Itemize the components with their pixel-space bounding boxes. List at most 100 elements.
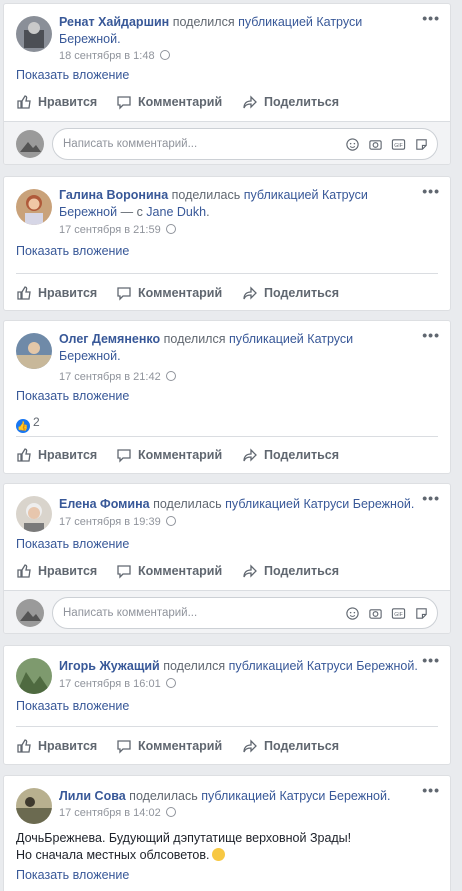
- more-options-icon[interactable]: •••: [422, 652, 440, 668]
- sticker-icon[interactable]: [413, 136, 429, 152]
- shared-post-link[interactable]: публикацией: [229, 332, 304, 346]
- thumbs-up-icon: [17, 95, 31, 109]
- gif-icon[interactable]: GIF: [390, 605, 406, 621]
- comment-button[interactable]: Комментарий: [116, 87, 222, 117]
- more-options-icon[interactable]: •••: [422, 327, 440, 343]
- share-button[interactable]: Поделиться: [242, 731, 339, 761]
- comment-composer: Написать комментарий... GIF: [4, 121, 450, 164]
- share-label: Поделиться: [264, 95, 340, 109]
- comment-button[interactable]: Комментарий: [116, 731, 222, 761]
- show-attachment-link[interactable]: Показать вложение: [16, 244, 129, 258]
- like-button[interactable]: Нравится: [16, 87, 97, 117]
- timestamp-text[interactable]: 17 сентября в 21:59: [59, 224, 161, 236]
- globe-icon: [165, 807, 176, 817]
- comment-button[interactable]: Комментарий: [116, 556, 222, 586]
- post-header: Олег Демяненко поделился публикацией Кат…: [4, 321, 450, 373]
- like-button[interactable]: Нравится: [16, 440, 97, 470]
- post-header: Ренат Хайдаршин поделился публикацией Ка…: [4, 4, 450, 56]
- emoji-icon[interactable]: [344, 136, 360, 152]
- post-card: Галина Воронина поделилась публикацией К…: [3, 176, 451, 311]
- post-card: Лили Сова поделилась публикацией Катруси…: [3, 775, 451, 891]
- post-timestamp[interactable]: 17 сентября в 21:59: [59, 224, 176, 236]
- sticker-icon[interactable]: [413, 605, 429, 621]
- timestamp-text[interactable]: 17 сентября в 16:01: [59, 678, 161, 690]
- avatar[interactable]: [16, 333, 52, 369]
- globe-icon: [165, 516, 176, 526]
- avatar[interactable]: [16, 788, 52, 824]
- original-author-link[interactable]: Катруси Бережной: [280, 789, 387, 803]
- show-attachment-link[interactable]: Показать вложение: [16, 868, 129, 882]
- author-name[interactable]: Игорь Жужащий: [59, 659, 160, 673]
- shared-post-link[interactable]: публикацией: [201, 789, 276, 803]
- author-name[interactable]: Елена Фомина: [59, 497, 150, 511]
- comment-input[interactable]: Написать комментарий... GIF: [52, 597, 438, 629]
- show-attachment-link[interactable]: Показать вложение: [16, 68, 129, 82]
- share-label: Поделиться: [264, 286, 340, 300]
- avatar[interactable]: [16, 16, 52, 52]
- more-options-icon[interactable]: •••: [422, 10, 440, 26]
- avatar[interactable]: [16, 496, 52, 532]
- share-verb: поделилась: [153, 497, 222, 511]
- more-options-icon[interactable]: •••: [422, 183, 440, 199]
- more-options-icon[interactable]: •••: [422, 782, 440, 798]
- timestamp-text[interactable]: 18 сентября в 1:48: [59, 50, 155, 62]
- avatar[interactable]: [16, 658, 52, 694]
- show-attachment-link[interactable]: Показать вложение: [16, 537, 129, 551]
- comment-input[interactable]: Написать комментарий... GIF: [52, 128, 438, 160]
- like-button[interactable]: Нравится: [16, 731, 97, 761]
- thumbs-up-icon: [17, 448, 31, 462]
- show-attachment-link[interactable]: Показать вложение: [16, 389, 129, 403]
- original-author-link[interactable]: Катруси Бережной: [303, 497, 410, 511]
- comment-placeholder: Написать комментарий...: [63, 607, 198, 619]
- comment-bubble-icon: [117, 287, 131, 301]
- share-verb: поделился: [172, 15, 235, 29]
- shared-post-link[interactable]: публикацией: [225, 497, 300, 511]
- comment-button[interactable]: Комментарий: [116, 440, 222, 470]
- show-attachment-link[interactable]: Показать вложение: [16, 699, 129, 713]
- share-button[interactable]: Поделиться: [242, 87, 339, 117]
- author-name[interactable]: Олег Демяненко: [59, 332, 160, 346]
- camera-icon[interactable]: [367, 136, 383, 152]
- action-bar: Нравится Комментарий Поделиться: [4, 87, 450, 117]
- original-author-link[interactable]: Катруси Бережной: [307, 659, 414, 673]
- share-button[interactable]: Поделиться: [242, 556, 339, 586]
- post-headline: Игорь Жужащий поделился публикацией Катр…: [59, 659, 418, 673]
- shared-post-link[interactable]: публикацией: [238, 15, 313, 29]
- more-options-icon[interactable]: •••: [422, 490, 440, 506]
- post-timestamp[interactable]: 17 сентября в 14:02: [59, 807, 176, 819]
- post-timestamp[interactable]: 17 сентября в 19:39: [59, 516, 176, 528]
- share-button[interactable]: Поделиться: [242, 278, 339, 308]
- comment-button[interactable]: Комментарий: [116, 278, 222, 308]
- thumbs-up-icon: [17, 286, 31, 300]
- post-headline: Елена Фомина поделилась публикацией Катр…: [59, 497, 415, 511]
- author-name[interactable]: Галина Воронина: [59, 188, 168, 202]
- comment-label: Комментарий: [138, 564, 223, 578]
- post-headline: Олег Демяненко поделился публикацией Кат…: [59, 332, 354, 363]
- thumbs-up-icon: [17, 564, 31, 578]
- post-timestamp[interactable]: 18 сентября в 1:48: [59, 50, 170, 62]
- like-button[interactable]: Нравится: [16, 556, 97, 586]
- timestamp-text[interactable]: 17 сентября в 21:42: [59, 371, 161, 383]
- post-text-line: Но сначала местных облсоветов.: [16, 848, 210, 862]
- camera-icon[interactable]: [367, 605, 383, 621]
- timestamp-text[interactable]: 17 сентября в 19:39: [59, 516, 161, 528]
- like-button[interactable]: Нравится: [16, 278, 97, 308]
- like-label: Нравится: [38, 95, 98, 109]
- shared-post-link[interactable]: публикацией: [244, 188, 319, 202]
- timestamp-text[interactable]: 17 сентября в 14:02: [59, 807, 161, 819]
- tagged-user-link[interactable]: Jane Dukh: [146, 205, 206, 219]
- share-button[interactable]: Поделиться: [242, 440, 339, 470]
- shared-post-link[interactable]: публикацией: [229, 659, 304, 673]
- avatar[interactable]: [16, 189, 52, 225]
- reaction-count[interactable]: 👍 2: [16, 415, 40, 433]
- emoji-icon[interactable]: [344, 605, 360, 621]
- like-label: Нравится: [38, 286, 98, 300]
- post-timestamp[interactable]: 17 сентября в 16:01: [59, 678, 176, 690]
- author-name[interactable]: Лили Сова: [59, 789, 126, 803]
- post-headline: Ренат Хайдаршин поделился публикацией Ка…: [59, 15, 363, 46]
- post-timestamp[interactable]: 17 сентября в 21:42: [59, 371, 176, 383]
- gif-icon[interactable]: GIF: [390, 136, 406, 152]
- comment-bubble-icon: [117, 96, 131, 110]
- post-text-line: ДочьБрежнева. Будующий дэпутатище верхов…: [16, 831, 352, 845]
- author-name[interactable]: Ренат Хайдаршин: [59, 15, 169, 29]
